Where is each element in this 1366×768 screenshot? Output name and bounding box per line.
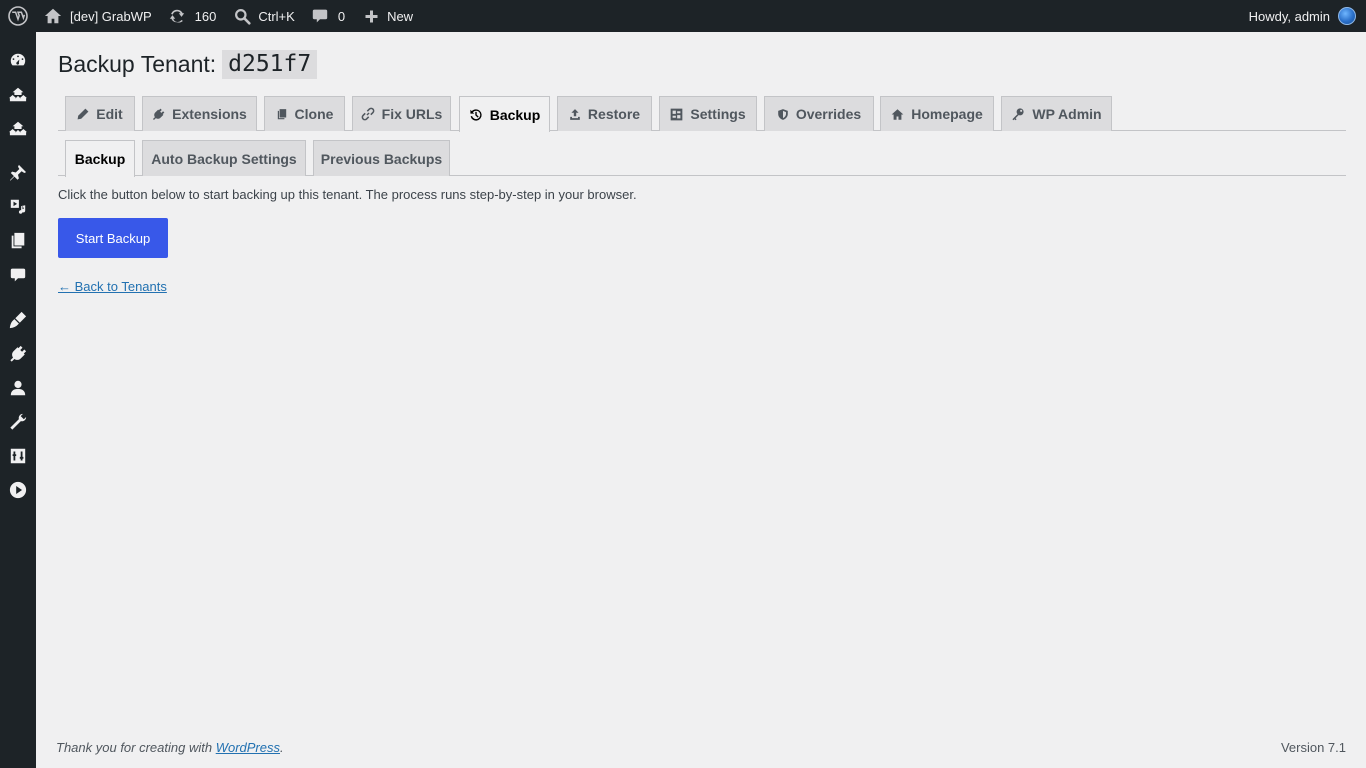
pin-icon[interactable] (8, 163, 28, 183)
key-icon (1012, 108, 1024, 121)
tab-restore[interactable]: Restore (557, 96, 652, 131)
admin-bar: [dev] GrabWP 160 Ctrl+K 0 New Howdy, adm… (0, 0, 1366, 32)
media-icon[interactable] (8, 197, 28, 217)
new-content-link[interactable]: New (364, 0, 413, 32)
new-label: New (387, 8, 414, 24)
home-icon (44, 8, 62, 24)
tenant-tabs: Edit Extensions Clone Fix URLs Backup Re… (58, 96, 1346, 132)
link-icon (361, 107, 374, 121)
command-palette-link[interactable]: Ctrl+K (234, 0, 295, 32)
home-icon (891, 108, 904, 120)
subtab-label: Previous Backups (320, 150, 443, 167)
tab-wp-admin[interactable]: WP Admin (1001, 96, 1112, 131)
page-title-prefix: Backup Tenant: (58, 51, 217, 77)
subtab-previous-backups[interactable]: Previous Backups (313, 140, 450, 176)
updates-link[interactable]: 160 (168, 0, 217, 32)
subtab-backup[interactable]: Backup (65, 140, 135, 177)
copy-icon (277, 108, 286, 119)
shield-icon (778, 108, 788, 120)
tools-icon[interactable] (8, 412, 28, 432)
pencil-icon (77, 108, 89, 120)
grid-icon (671, 108, 683, 120)
tab-label: Homepage (911, 106, 983, 122)
comments-icon[interactable] (8, 265, 28, 285)
tab-fix-urls[interactable]: Fix URLs (352, 96, 451, 131)
tab-label: WP Admin (1032, 106, 1102, 122)
updates-icon (169, 9, 184, 23)
comment-icon (312, 9, 328, 23)
tab-homepage[interactable]: Homepage (880, 96, 994, 131)
users-icon[interactable] (8, 378, 28, 398)
site-name-link[interactable]: [dev] GrabWP (44, 0, 152, 32)
back-to-tenants-link[interactable]: ← Back to Tenants (58, 279, 167, 294)
tab-label: Edit (96, 106, 123, 122)
tab-label: Extensions (172, 106, 247, 122)
comments-link[interactable]: 0 (312, 0, 345, 32)
tenant-id: d251f7 (222, 50, 318, 79)
dashboard-icon[interactable] (8, 50, 28, 70)
wordpress-logo-icon[interactable] (0, 0, 36, 32)
site-name: [dev] GrabWP (70, 8, 152, 24)
comments-count: 0 (337, 8, 346, 24)
tab-label: Restore (587, 106, 641, 122)
network-icon[interactable] (8, 85, 28, 105)
main-content: Backup Tenant: d251f7 Edit Extensions Cl… (36, 32, 1366, 768)
tab-clone[interactable]: Clone (264, 96, 345, 131)
history-icon (470, 108, 482, 121)
page-title: Backup Tenant: d251f7 (58, 50, 318, 79)
subtab-label: Backup (74, 151, 126, 167)
appearance-icon[interactable] (8, 310, 28, 330)
avatar (1338, 7, 1356, 25)
plus-icon (365, 10, 378, 22)
updates-count: 160 (194, 8, 217, 24)
backup-subtabs: Backup Auto Backup Settings Previous Bac… (58, 140, 1346, 177)
tab-backup[interactable]: Backup (459, 96, 550, 132)
upload-icon (570, 108, 580, 120)
footer-thanks-prefix: Thank you for creating with (56, 740, 213, 755)
start-backup-button[interactable]: Start Backup (58, 218, 168, 258)
footer-thanks-suffix: . (280, 740, 284, 755)
search-shortcut: Ctrl+K (258, 8, 295, 24)
tab-settings[interactable]: Settings (659, 96, 757, 131)
network-icon[interactable] (8, 119, 28, 139)
my-account-link[interactable]: Howdy, admin (1249, 0, 1356, 32)
plugins-icon[interactable] (8, 344, 28, 364)
footer-thanks: Thank you for creating with WordPress. (56, 740, 284, 755)
tab-label: Clone (294, 106, 334, 122)
backup-description: Click the button below to start backing … (58, 187, 637, 202)
tab-edit[interactable]: Edit (65, 96, 135, 131)
settings-icon[interactable] (8, 446, 28, 466)
subtab-label: Auto Backup Settings (151, 150, 297, 167)
tab-label: Settings (690, 106, 746, 122)
search-icon (235, 8, 251, 25)
tab-label: Overrides (795, 106, 862, 122)
admin-sidebar (0, 32, 36, 768)
tab-label: Backup (489, 106, 541, 123)
wordpress-link[interactable]: WordPress (216, 740, 280, 755)
pages-icon[interactable] (8, 231, 28, 251)
subtab-auto-backup-settings[interactable]: Auto Backup Settings (142, 140, 306, 176)
play-icon[interactable] (8, 480, 28, 500)
greeting: Howdy, admin (1248, 8, 1330, 24)
tab-extensions[interactable]: Extensions (142, 96, 257, 131)
tab-overrides[interactable]: Overrides (764, 96, 874, 131)
tab-label: Fix URLs (381, 106, 443, 122)
footer-version: Version 7.1 (1280, 740, 1346, 755)
plug-icon (153, 108, 165, 120)
